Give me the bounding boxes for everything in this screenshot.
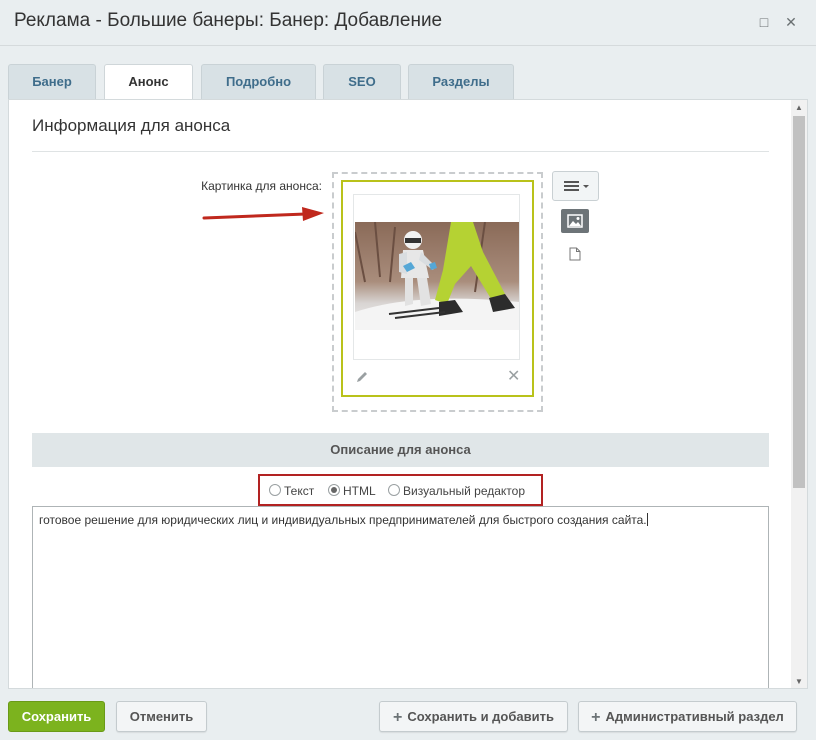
tab-details[interactable]: Подробно <box>201 64 316 100</box>
mode-text-label: Текст <box>284 484 315 498</box>
insert-image-button[interactable] <box>561 209 589 233</box>
save-button[interactable]: Сохранить <box>8 701 105 732</box>
plus-icon: + <box>393 709 403 726</box>
tab-sections[interactable]: Разделы <box>408 64 514 100</box>
description-header: Описание для анонса <box>32 433 769 467</box>
mode-visual-label: Визуальный редактор <box>403 484 526 498</box>
tab-announce[interactable]: Анонс <box>104 64 193 101</box>
section-title: Информация для анонса <box>32 116 231 135</box>
window-title: Реклама - Большие банеры: Банер: Добавле… <box>14 10 443 31</box>
description-textarea[interactable]: готовое решение для юридических лиц и ин… <box>32 506 769 688</box>
window-titlebar: Реклама - Большие банеры: Банер: Добавле… <box>0 0 816 46</box>
announce-image <box>355 222 519 330</box>
menu-lines-icon <box>564 181 589 191</box>
tab-content-panel: Информация для анонса Картинка для анонс… <box>8 99 808 689</box>
mode-text-option[interactable]: Текст <box>269 484 314 498</box>
save-and-add-button[interactable]: + Сохранить и добавить <box>379 701 568 732</box>
admin-section-button[interactable]: + Административный раздел <box>578 701 797 732</box>
dialog-footer: Сохранить Отменить + Сохранить и добавить… <box>0 690 816 740</box>
section-divider <box>32 151 769 152</box>
text-caret <box>646 513 648 526</box>
image-menu-button[interactable] <box>552 171 599 201</box>
radio-html[interactable] <box>328 484 340 496</box>
description-text: готовое решение для юридических лиц и ин… <box>39 513 647 527</box>
radio-visual[interactable] <box>388 484 400 496</box>
radio-text[interactable] <box>269 484 281 496</box>
picture-label: Картинка для анонса: <box>201 179 322 193</box>
maximize-icon[interactable]: □ <box>756 14 772 30</box>
cancel-button[interactable]: Отменить <box>116 701 207 732</box>
plus-icon: + <box>591 709 601 726</box>
tab-banner[interactable]: Банер <box>8 64 96 100</box>
mode-html-label: HTML <box>343 484 376 498</box>
red-arrow-icon <box>202 207 324 221</box>
mode-visual-option[interactable]: Визуальный редактор <box>388 484 525 498</box>
save-and-add-label: Сохранить и добавить <box>407 709 554 724</box>
admin-section-label: Административный раздел <box>605 709 784 724</box>
remove-image-icon[interactable]: ✕ <box>507 369 520 385</box>
file-icon[interactable] <box>569 247 581 261</box>
editor-mode-selector: Текст HTML Визуальный редактор <box>258 474 543 506</box>
mode-html-option[interactable]: HTML <box>328 484 376 498</box>
image-icon <box>567 214 583 228</box>
close-icon[interactable]: ✕ <box>783 14 799 30</box>
edit-pencil-icon[interactable] <box>355 370 369 384</box>
content-scrollbar[interactable]: ▲ ▼ <box>791 100 807 688</box>
tab-seo[interactable]: SEO <box>323 64 401 100</box>
scroll-thumb[interactable] <box>793 116 805 488</box>
scroll-down-icon[interactable]: ▼ <box>791 674 807 688</box>
scroll-up-icon[interactable]: ▲ <box>791 100 807 116</box>
